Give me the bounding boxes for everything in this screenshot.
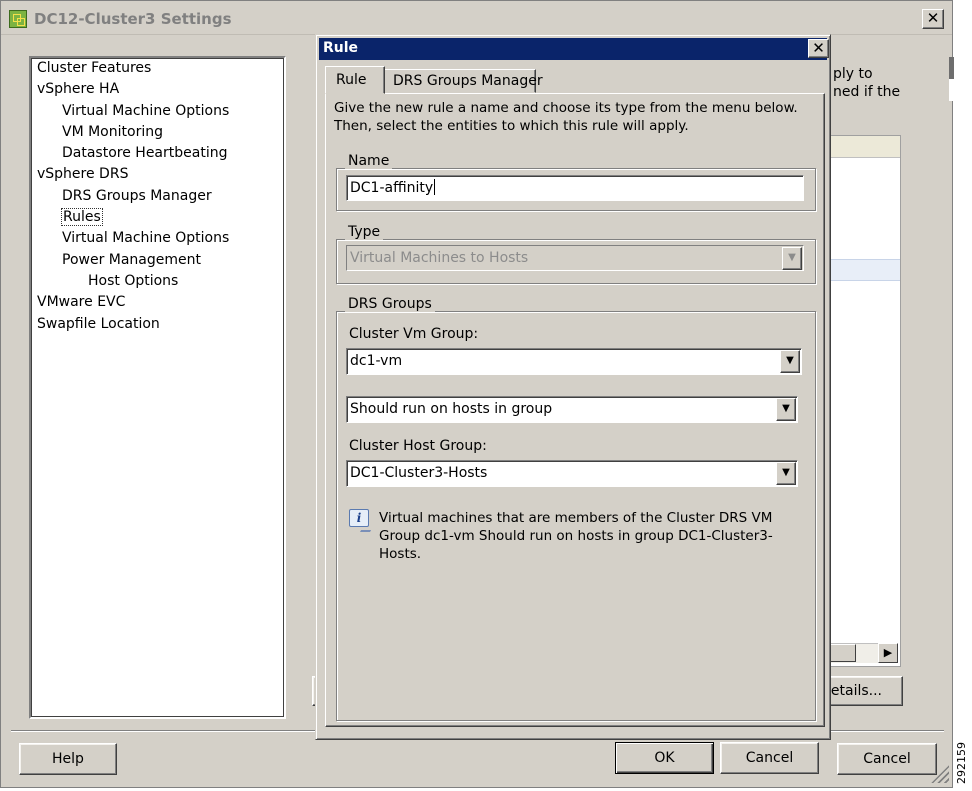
rule-cancel-button[interactable]: Cancel: [720, 742, 819, 774]
tree-item-vsphere-ha[interactable]: vSphere HA: [37, 79, 119, 99]
tree-item-datastore-heartbeating[interactable]: Datastore Heartbeating: [62, 143, 227, 163]
help-button[interactable]: Help: [19, 743, 117, 775]
name-group-label: Name: [345, 153, 393, 169]
background-list-header: [829, 136, 900, 158]
ok-button[interactable]: OK: [615, 742, 714, 774]
background-description-line-1: ply to: [833, 66, 873, 82]
rule-summary-text: Virtual machines that are members of the…: [379, 510, 773, 562]
chevron-down-icon: ▼: [782, 247, 802, 270]
tree-item-vsphere-drs[interactable]: vSphere DRS: [37, 164, 128, 184]
tree-item-drs-groups-manager[interactable]: DRS Groups Manager: [62, 186, 212, 206]
settings-tree: Cluster Features vSphere HA Virtual Mach…: [29, 56, 286, 719]
drs-groups-label: DRS Groups: [345, 296, 435, 312]
background-description-line-2: ned if the: [833, 84, 901, 100]
outer-close-button[interactable]: ✕: [922, 9, 944, 29]
background-edge-strip-light: [949, 79, 954, 101]
vsphere-app-icon: [9, 10, 27, 28]
background-scrollbar-thumb[interactable]: [830, 644, 856, 662]
cluster-host-group-label: Cluster Host Group:: [349, 438, 487, 454]
tree-item-vmware-evc[interactable]: VMware EVC: [37, 292, 125, 312]
scroll-right-arrow-icon[interactable]: ▶: [878, 643, 898, 663]
tree-item-drs-virtual-machine-options[interactable]: Virtual Machine Options: [62, 228, 229, 248]
outer-title-bar: DC12-Cluster3 Settings ✕: [1, 1, 952, 35]
chevron-down-icon[interactable]: ▼: [776, 462, 796, 485]
rule-name-input[interactable]: DC1-affinity: [346, 175, 804, 201]
outer-cancel-button[interactable]: Cancel: [837, 743, 937, 775]
tree-item-host-options[interactable]: Host Options: [88, 271, 178, 291]
rule-close-button[interactable]: ✕: [808, 39, 829, 58]
tree-item-cluster-features[interactable]: Cluster Features: [37, 58, 151, 78]
resize-grip-icon[interactable]: [931, 765, 949, 783]
chevron-down-icon[interactable]: ▼: [776, 398, 796, 421]
cluster-vm-group-label: Cluster Vm Group:: [349, 326, 479, 342]
cluster-host-group-value: DC1-Cluster3-Hosts: [350, 465, 488, 481]
rule-dialog-title: Rule: [323, 40, 359, 56]
rule-dialog: Rule ✕ DRS Groups Manager Rule Give the …: [315, 34, 831, 774]
type-group-label: Type: [345, 224, 384, 240]
tree-item-ha-virtual-machine-options[interactable]: Virtual Machine Options: [62, 101, 229, 121]
rule-title-bar: Rule ✕: [319, 38, 829, 60]
background-list-row[interactable]: [829, 259, 900, 281]
cluster-vm-group-select[interactable]: dc1-vm ▼: [346, 348, 802, 375]
tree-item-swapfile-location[interactable]: Swapfile Location: [37, 314, 160, 334]
background-rules-list[interactable]: [829, 135, 901, 667]
figure-id-label: 292159: [955, 742, 968, 784]
chevron-down-icon[interactable]: ▼: [780, 350, 800, 373]
text-caret: [434, 179, 436, 195]
rule-name-value: DC1-affinity: [350, 180, 434, 196]
cluster-host-group-select[interactable]: DC1-Cluster3-Hosts ▼: [346, 460, 798, 487]
tree-item-rules[interactable]: Rules: [61, 207, 103, 227]
details-button[interactable]: etails...: [823, 676, 903, 706]
rule-type-value: Virtual Machines to Hosts: [350, 250, 529, 266]
info-icon: i: [349, 509, 369, 527]
rule-type-select: Virtual Machines to Hosts ▼: [346, 245, 804, 271]
rule-instructions: Give the new rule a name and choose its …: [334, 100, 798, 134]
rule-relation-select[interactable]: Should run on hosts in group ▼: [346, 396, 798, 423]
rule-relation-value: Should run on hosts in group: [350, 401, 553, 417]
tab-drs-groups-manager[interactable]: DRS Groups Manager: [384, 69, 543, 93]
outer-window-title: DC12-Cluster3 Settings: [34, 10, 232, 28]
cluster-vm-group-value: dc1-vm: [350, 353, 403, 369]
tree-item-power-management[interactable]: Power Management: [62, 250, 201, 270]
tree-item-vm-monitoring[interactable]: VM Monitoring: [62, 122, 163, 142]
tab-rule[interactable]: Rule: [325, 66, 385, 94]
